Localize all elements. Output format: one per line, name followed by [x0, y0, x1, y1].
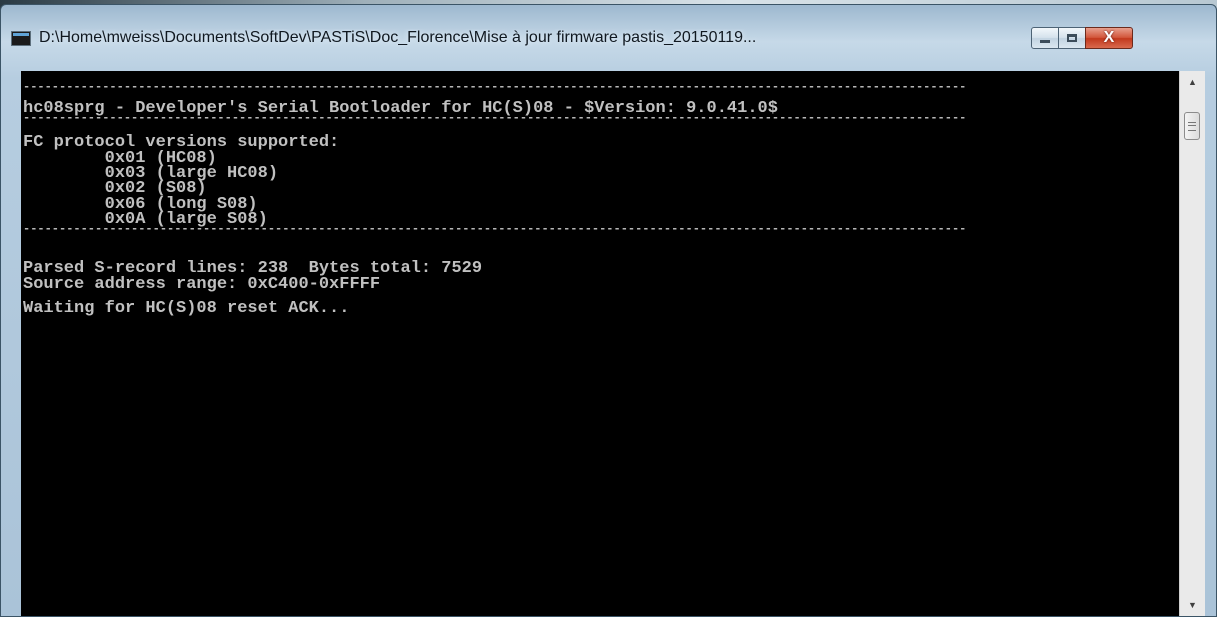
title-bar[interactable]: D:\Home\mweiss\Documents\SoftDev\PASTiS\…	[1, 5, 1216, 63]
console-separator: ----------------------------------------…	[23, 110, 967, 125]
scrollbar-thumb[interactable]	[1184, 112, 1200, 140]
triangle-down-icon: ▼	[1188, 600, 1197, 610]
minimize-button[interactable]	[1031, 27, 1059, 49]
window-title: D:\Home\mweiss\Documents\SoftDev\PASTiS\…	[39, 29, 757, 46]
maximize-button[interactable]	[1058, 27, 1086, 49]
console-line-address-range: Source address range: 0xC400-0xFFFF	[23, 274, 381, 294]
console-app-icon[interactable]	[11, 31, 31, 46]
maximize-icon	[1067, 34, 1077, 42]
console-separator: ----------------------------------------…	[23, 80, 967, 94]
console-separator: ----------------------------------------…	[23, 221, 967, 236]
console-window: D:\Home\mweiss\Documents\SoftDev\PASTiS\…	[0, 4, 1217, 617]
triangle-up-icon: ▲	[1188, 77, 1197, 87]
close-button[interactable]: X	[1085, 27, 1133, 49]
close-icon: X	[1103, 29, 1115, 46]
console-output[interactable]: ----------------------------------------…	[21, 71, 1179, 616]
minimize-icon	[1040, 39, 1050, 43]
scroll-down-button[interactable]: ▼	[1180, 594, 1205, 616]
console-line-status: Waiting for HC(S)08 reset ACK...	[23, 299, 350, 319]
scroll-up-button[interactable]: ▲	[1180, 71, 1205, 93]
vertical-scrollbar[interactable]: ▲ ▼	[1179, 71, 1205, 616]
